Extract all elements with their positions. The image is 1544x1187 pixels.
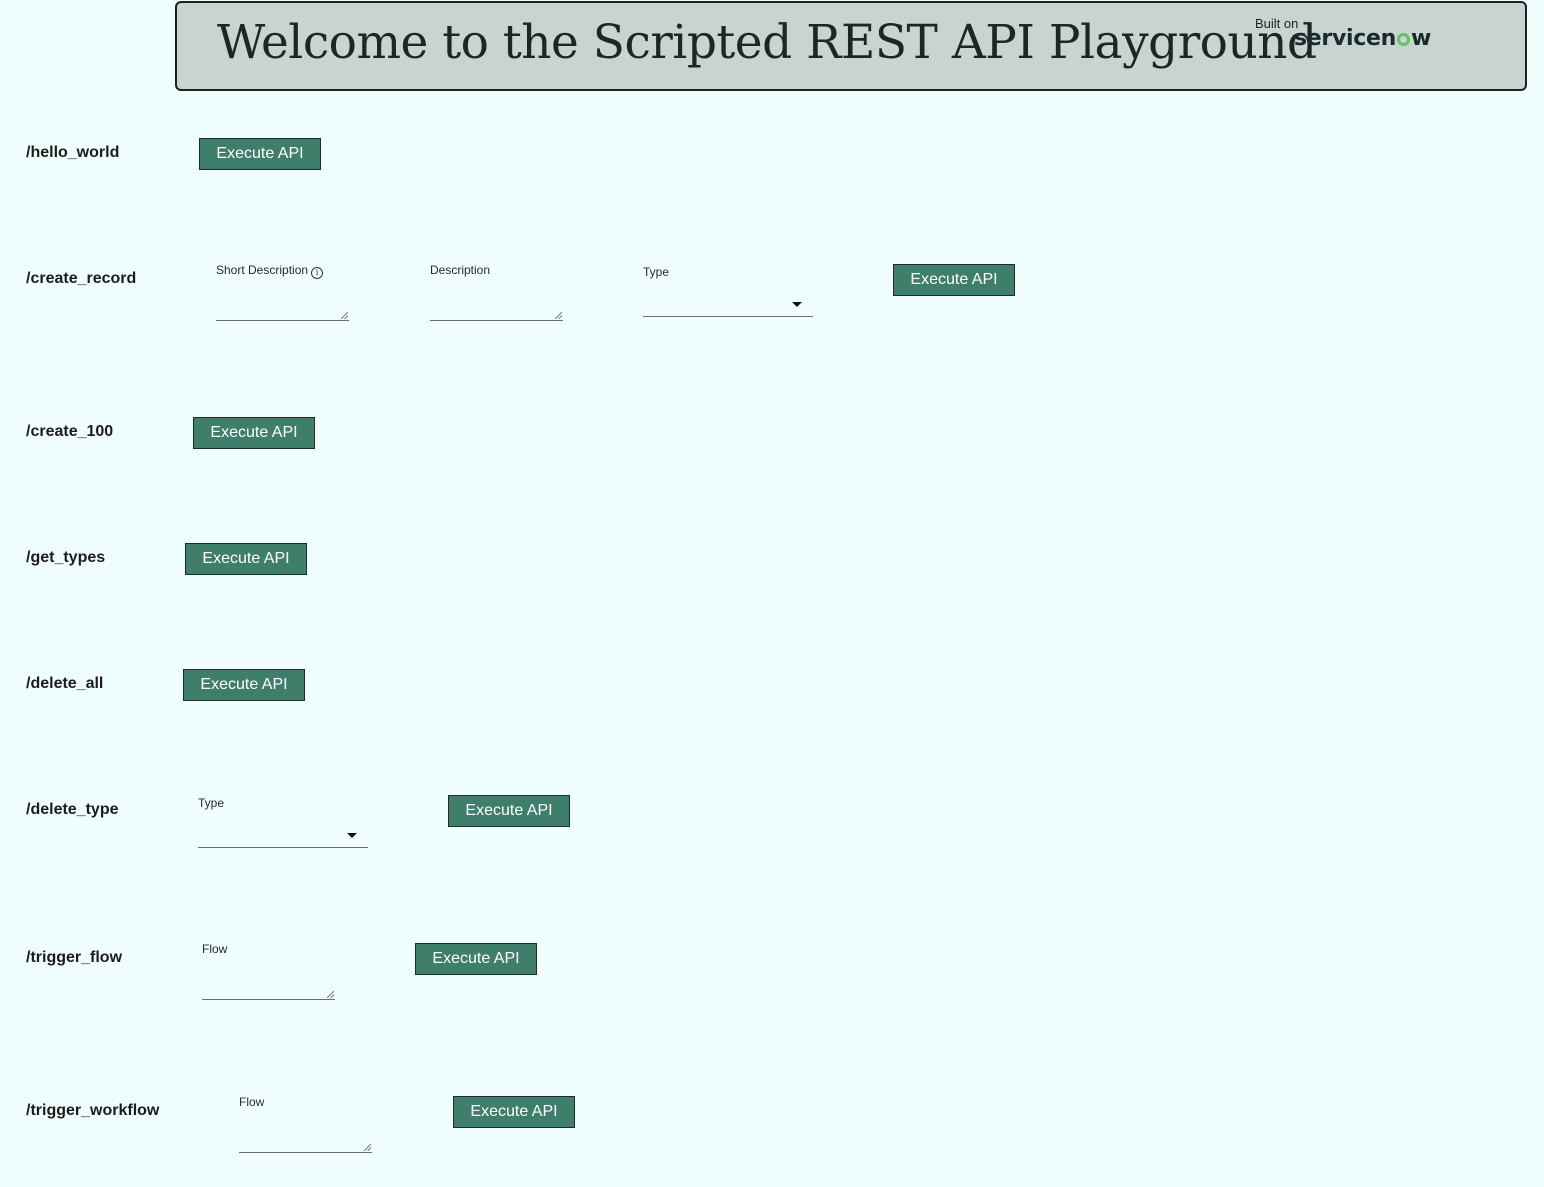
logo-o-mark — [1396, 33, 1410, 46]
header-banner: Welcome to the Scripted REST API Playgro… — [175, 1, 1527, 91]
short-description-label: Short Description i — [216, 263, 324, 279]
trigger-workflow-flow-label: Flow — [239, 1095, 265, 1109]
route-trigger-flow: /trigger_flow — [26, 949, 123, 966]
short-description-field[interactable] — [216, 301, 349, 321]
logo-text-end: w — [1410, 26, 1432, 51]
trigger-flow-flow-label: Flow — [202, 942, 228, 956]
servicenow-logo: servicen w — [1294, 26, 1431, 51]
trigger-workflow-flow-field[interactable] — [239, 1133, 372, 1153]
route-create-100: /create_100 — [26, 423, 114, 440]
resize-handle-icon[interactable] — [364, 1144, 371, 1151]
page-title: Welcome to the Scripted REST API Playgro… — [217, 15, 1317, 70]
delete-all-execute-button[interactable]: Execute API — [183, 669, 305, 701]
short-description-label-text: Short Description — [216, 263, 309, 277]
built-on-label: Built on — [1255, 16, 1299, 31]
description-field[interactable] — [430, 301, 563, 321]
create-record-type-label: Type — [643, 265, 670, 279]
route-get-types: /get_types — [26, 549, 106, 566]
hello-world-execute-button[interactable]: Execute API — [199, 138, 321, 170]
trigger-workflow-execute-button[interactable]: Execute API — [453, 1096, 575, 1128]
delete-type-execute-button[interactable]: Execute API — [448, 795, 570, 827]
chevron-down-icon — [792, 302, 802, 307]
create-record-type-select[interactable] — [643, 293, 813, 317]
route-create-record: /create_record — [26, 270, 137, 287]
trigger-flow-execute-button[interactable]: Execute API — [415, 943, 537, 975]
route-hello-world: /hello_world — [26, 144, 120, 161]
description-label: Description — [430, 263, 491, 277]
delete-type-type-select[interactable] — [198, 824, 368, 848]
trigger-flow-flow-field[interactable] — [202, 980, 335, 1000]
chevron-down-icon — [347, 833, 357, 838]
resize-handle-icon[interactable] — [555, 312, 562, 319]
info-icon[interactable]: i — [311, 267, 324, 279]
delete-type-type-label: Type — [198, 796, 225, 810]
logo-text-start: servicen — [1294, 26, 1396, 51]
route-trigger-workflow: /trigger_workflow — [26, 1102, 160, 1119]
create-100-execute-button[interactable]: Execute API — [193, 417, 315, 449]
resize-handle-icon[interactable] — [327, 991, 334, 998]
get-types-execute-button[interactable]: Execute API — [185, 543, 307, 575]
route-delete-type: /delete_type — [26, 801, 119, 818]
create-record-execute-button[interactable]: Execute API — [893, 264, 1015, 296]
resize-handle-icon[interactable] — [341, 312, 348, 319]
route-delete-all: /delete_all — [26, 675, 104, 692]
